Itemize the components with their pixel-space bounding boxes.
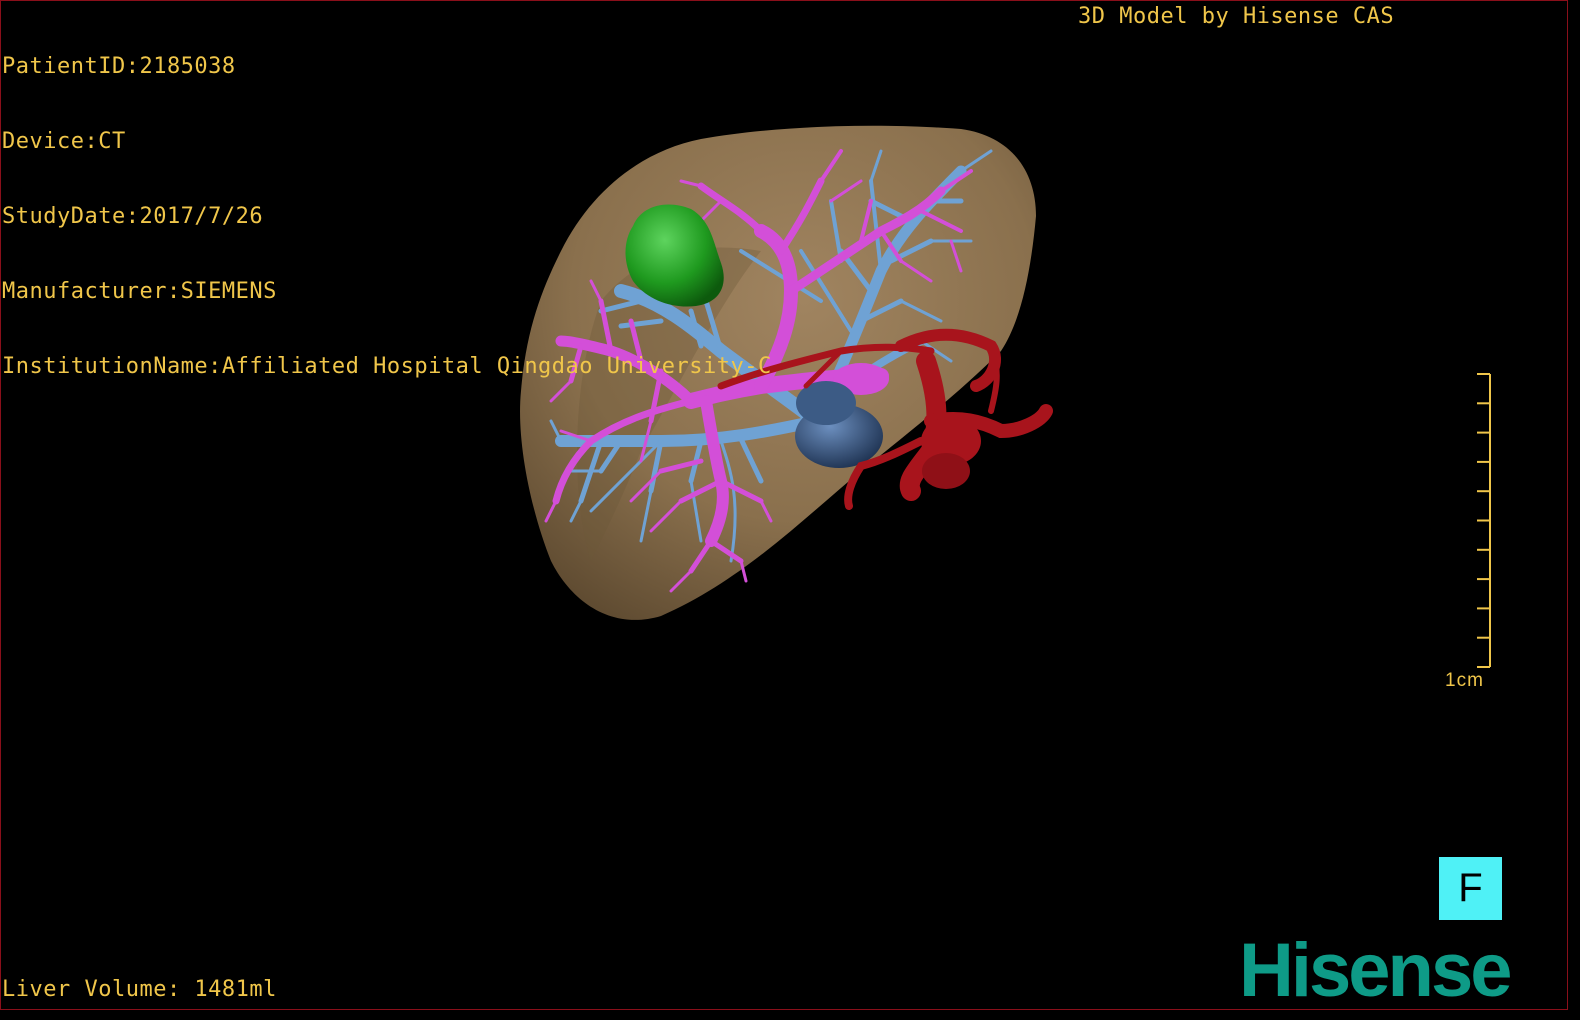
patient-id: PatientID:2185038 [2, 54, 236, 79]
study-date: StudyDate:2017/7/26 [2, 204, 264, 229]
scale-bar-label: 1cm [1445, 670, 1484, 691]
institution-name: InstitutionName:Affiliated Hospital Qing… [2, 354, 772, 379]
dicom-info-block: PatientID:2185038 Device:CT StudyDate:20… [2, 4, 772, 429]
scale-bar [1477, 373, 1491, 668]
device: Device:CT [2, 129, 126, 154]
hisense-logo: Hisense [1239, 928, 1512, 1010]
3d-viewport[interactable]: PatientID:2185038 Device:CT StudyDate:20… [0, 0, 1568, 1010]
model-credit: 3D Model by Hisense CAS [1078, 4, 1395, 29]
orientation-marker[interactable]: F [1439, 857, 1502, 920]
liver-volume: Liver Volume: 1481ml [2, 977, 277, 1002]
manufacturer: Manufacturer:SIEMENS [2, 279, 277, 304]
